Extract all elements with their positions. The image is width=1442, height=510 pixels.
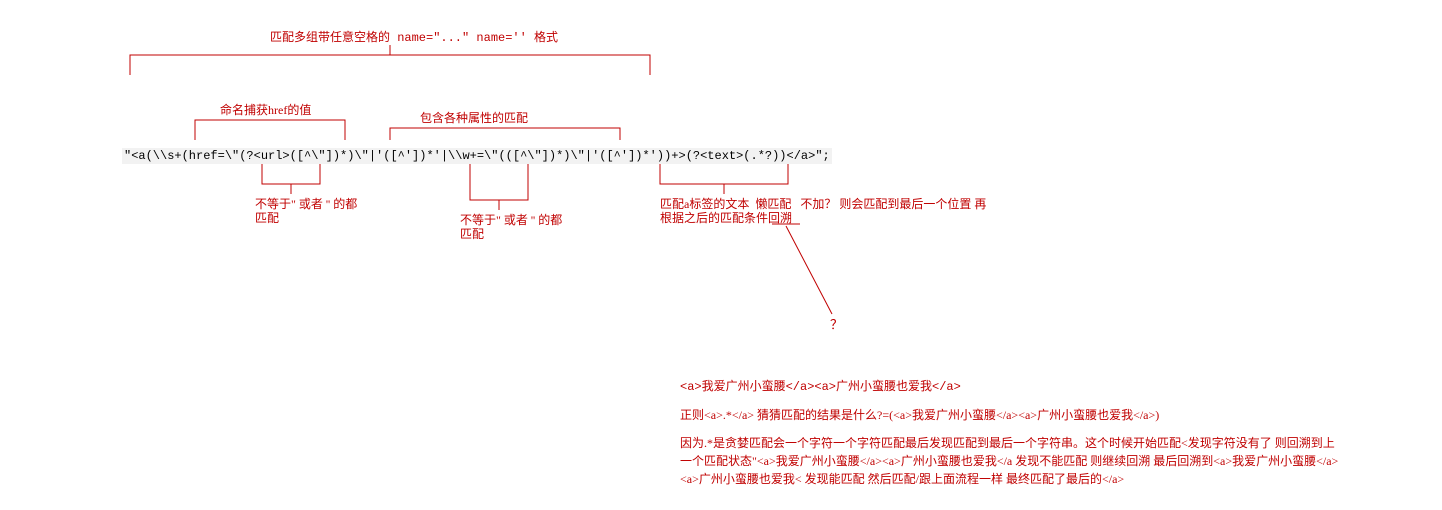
sample-string: <a>我爱广州小蛮腰</a><a>广州小蛮腰也爱我</a> <box>680 378 1340 396</box>
explain-p1: 正则<a>.*</a> 猜猜匹配的结果是什么?=(<a>我爱广州小蛮腰</a><… <box>680 406 1340 424</box>
label-question-mark: ？ <box>830 316 843 334</box>
label-named-capture: 命名捕获href的值 <box>220 102 311 119</box>
explain-p2: 因为.*是贪婪匹配会一个字符一个字符匹配最后发现匹配到最后一个字符串。这个时候开… <box>680 434 1340 488</box>
label-top: 匹配多组带任意空格的 name="..." name='' 格式 <box>270 30 558 47</box>
label-lazy-line2: 根据之后的匹配条件回溯 <box>660 210 792 227</box>
label-neq1-line2: 匹配 <box>255 210 279 227</box>
regex-string: "<a(\\s+(href=\"(?<url>([^\"])*)\"|'([^'… <box>122 148 832 164</box>
label-neq2-line2: 匹配 <box>460 226 484 243</box>
explanation-block: <a>我爱广州小蛮腰</a><a>广州小蛮腰也爱我</a> 正则<a>.*</a… <box>680 378 1340 498</box>
label-attrs: 包含各种属性的匹配 <box>420 110 528 127</box>
